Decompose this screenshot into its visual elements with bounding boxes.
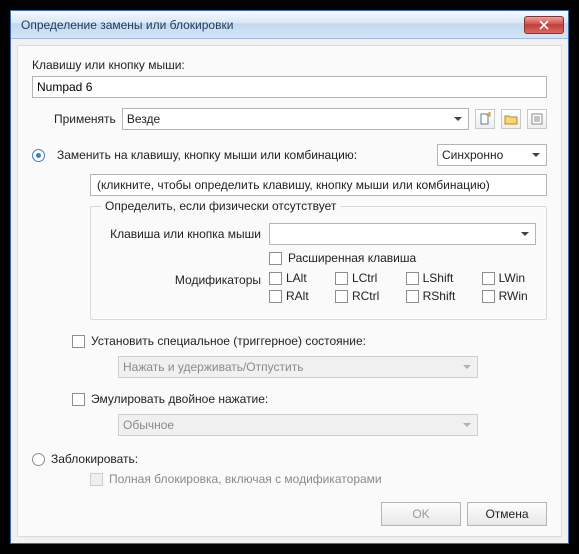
extended-label: Расширенная клавиша [288, 251, 416, 265]
apply-select[interactable]: Везде [122, 108, 469, 130]
block-full-row: Полная блокировка, включая с модификатор… [90, 472, 547, 486]
new-button[interactable] [475, 109, 495, 129]
trigger-label: Установить специальное (триггерное) сост… [91, 334, 366, 348]
chevron-down-icon [528, 147, 544, 163]
replace-radio[interactable] [32, 149, 45, 162]
rctrl-checkbox[interactable] [335, 290, 348, 303]
close-button[interactable] [524, 16, 564, 34]
replace-option-row: Заменить на клавишу, кнопку мыши или ком… [32, 144, 547, 166]
properties-icon [530, 112, 544, 126]
groupbox-legend: Определить, если физически отсутствует [101, 199, 340, 213]
replace-radio-label: Заменить на клавишу, кнопку мыши или ком… [57, 148, 431, 162]
double-label: Эмулировать двойное нажатие: [91, 392, 268, 406]
lctrl-checkbox[interactable] [335, 272, 348, 285]
double-select-value: Обычное [123, 418, 174, 432]
apply-label: Применять [54, 112, 116, 126]
rwin-checkbox[interactable] [482, 290, 495, 303]
ralt-checkbox[interactable] [269, 290, 282, 303]
chevron-down-icon [517, 226, 533, 242]
absent-key-label: Клавиша или кнопка мыши [101, 227, 261, 241]
trigger-select-value: Нажать и удерживать/Отпустить [123, 360, 303, 374]
key-input[interactable] [32, 76, 547, 98]
chevron-down-icon [459, 359, 475, 375]
sync-select-value: Синхронно [442, 148, 503, 162]
titlebar: Определение замены или блокировки [11, 11, 568, 39]
block-full-checkbox [90, 473, 103, 486]
block-option-row: Заблокировать: [32, 452, 547, 466]
double-select: Обычное [118, 414, 478, 436]
apply-row: Применять Везде [32, 108, 547, 130]
cancel-button[interactable]: Отмена [467, 502, 547, 526]
absent-groupbox: Определить, если физически отсутствует К… [90, 206, 547, 320]
block-full-label: Полная блокировка, включая с модификатор… [109, 472, 382, 486]
lalt-checkbox[interactable] [269, 272, 282, 285]
ok-button[interactable]: OK [381, 502, 461, 526]
trigger-select: Нажать и удерживать/Отпустить [118, 356, 478, 378]
chevron-down-icon [459, 417, 475, 433]
client-area: Клавишу или кнопку мыши: Применять Везде… [17, 45, 562, 537]
apply-select-value: Везде [127, 112, 160, 126]
block-radio[interactable] [32, 453, 45, 466]
mods-label: Модификаторы [101, 271, 261, 287]
new-document-icon [478, 112, 492, 126]
chevron-down-icon [450, 111, 466, 127]
sync-select[interactable]: Синхронно [437, 144, 547, 166]
click-hint-field[interactable]: (кликните, чтобы определить клавишу, кно… [90, 174, 547, 196]
dialog-window: Определение замены или блокировки Клавиш… [10, 10, 569, 544]
lwin-checkbox[interactable] [482, 272, 495, 285]
properties-button[interactable] [527, 109, 547, 129]
key-field-label: Клавишу или кнопку мыши: [32, 58, 547, 72]
window-title: Определение замены или блокировки [21, 18, 233, 32]
trigger-checkbox[interactable] [72, 335, 85, 348]
dialog-footer: OK Отмена [32, 492, 547, 526]
trigger-row: Установить специальное (триггерное) сост… [72, 334, 547, 348]
open-folder-icon [504, 112, 518, 126]
lshift-checkbox[interactable] [406, 272, 419, 285]
modifiers-grid: LAlt LCtrl LShift LWin RAlt RCtrl RShift… [269, 271, 536, 303]
extended-checkbox[interactable] [269, 252, 282, 265]
open-button[interactable] [501, 109, 521, 129]
double-row: Эмулировать двойное нажатие: [72, 392, 547, 406]
absent-key-select[interactable] [269, 223, 536, 245]
close-icon [539, 20, 549, 30]
block-radio-label: Заблокировать: [51, 452, 138, 466]
double-checkbox[interactable] [72, 393, 85, 406]
rshift-checkbox[interactable] [406, 290, 419, 303]
